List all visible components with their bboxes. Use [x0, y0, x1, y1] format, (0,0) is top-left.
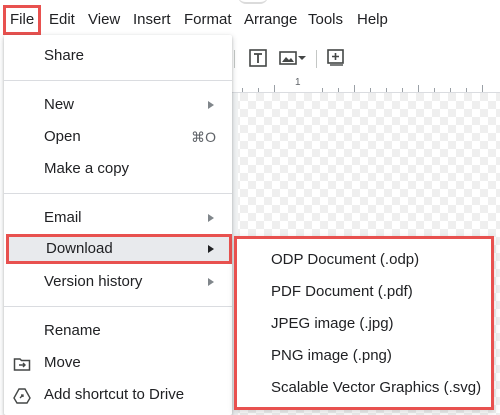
ruler-tick [370, 88, 371, 92]
menu-item-make-copy[interactable]: Make a copy [4, 154, 232, 184]
ruler: 1 [232, 77, 500, 93]
submenu-arrow-icon [208, 245, 214, 253]
menu-file[interactable]: File [3, 5, 42, 35]
menu-divider [4, 306, 232, 307]
menu-view[interactable]: View [84, 5, 124, 35]
ruler-tick [242, 88, 243, 92]
file-menu: Share New Open ⌘O Make a copy Email Down… [4, 35, 232, 415]
menu-item-open[interactable]: Open ⌘O [4, 122, 232, 152]
menu-item-download[interactable]: Download [6, 234, 232, 264]
menu-item-label: Make a copy [44, 160, 130, 177]
title-fragment [238, 0, 268, 4]
menu-item-share[interactable]: Share [4, 41, 232, 71]
ruler-tick [386, 88, 387, 92]
menu-divider [4, 80, 232, 81]
download-png[interactable]: PNG image (.png) [237, 341, 491, 371]
ruler-tick [482, 85, 483, 92]
submenu-arrow-icon [208, 214, 214, 222]
submenu-item-label: PDF Document (.pdf) [271, 283, 413, 300]
menu-item-label: Version history [44, 273, 143, 290]
menu-insert[interactable]: Insert [129, 5, 175, 35]
menu-item-email[interactable]: Email [4, 203, 232, 233]
menu-arrange[interactable]: Arrange [240, 5, 301, 35]
menu-item-label: Share [44, 47, 85, 64]
toolbar [232, 40, 500, 76]
menu-edit[interactable]: Edit [45, 5, 79, 35]
toolbar-separator [234, 50, 235, 68]
submenu-item-label: ODP Document (.odp) [271, 251, 420, 268]
ruler-number: 1 [295, 77, 301, 88]
submenu-item-label: PNG image (.png) [271, 347, 392, 364]
menu-help[interactable]: Help [353, 5, 392, 35]
ruler-tick [402, 88, 403, 92]
ruler-tick [258, 88, 259, 92]
submenu-item-label: Scalable Vector Graphics (.svg) [271, 379, 482, 396]
menu-item-label: Open [44, 128, 81, 145]
download-odp[interactable]: ODP Document (.odp) [237, 245, 491, 275]
image-icon[interactable] [278, 48, 298, 68]
ruler-tick [434, 88, 435, 92]
menu-item-label: Move [44, 354, 81, 371]
menu-item-new[interactable]: New [4, 90, 232, 120]
menu-bar: File Edit View Insert Format Arrange Too… [0, 0, 500, 40]
menu-item-label: Download [46, 240, 113, 257]
drive-shortcut-icon [13, 388, 31, 404]
menu-item-version-history[interactable]: Version history [4, 267, 232, 297]
menu-item-move[interactable]: Move [4, 348, 232, 378]
download-svg[interactable]: Scalable Vector Graphics (.svg) [237, 373, 491, 403]
ruler-tick [354, 85, 355, 92]
toolbar-separator [316, 50, 317, 68]
ruler-tick [466, 88, 467, 92]
ruler-tick [418, 85, 419, 92]
menu-item-label: New [44, 96, 75, 113]
ruler-tick [450, 88, 451, 92]
download-submenu: ODP Document (.odp) PDF Document (.pdf) … [234, 236, 494, 410]
ruler-tick [322, 88, 323, 92]
new-slide-icon[interactable] [326, 48, 346, 68]
menu-tools[interactable]: Tools [304, 5, 347, 35]
menu-item-label: Rename [44, 322, 101, 339]
folder-move-icon [13, 358, 31, 371]
chevron-down-icon[interactable] [296, 48, 308, 68]
submenu-arrow-icon [208, 101, 214, 109]
submenu-arrow-icon [208, 278, 214, 286]
submenu-item-label: JPEG image (.jpg) [271, 315, 394, 332]
menu-item-rename[interactable]: Rename [4, 316, 232, 346]
ruler-tick [338, 88, 339, 92]
menu-item-label: Email [44, 209, 82, 226]
download-jpeg[interactable]: JPEG image (.jpg) [237, 309, 491, 339]
menu-item-add-shortcut[interactable]: Add shortcut to Drive [4, 380, 232, 410]
ruler-tick [274, 85, 275, 92]
keyboard-shortcut: ⌘O [191, 129, 216, 145]
menu-format[interactable]: Format [180, 5, 236, 35]
menu-divider [4, 193, 232, 194]
menu-item-label: Add shortcut to Drive [44, 386, 185, 403]
download-pdf[interactable]: PDF Document (.pdf) [237, 277, 491, 307]
textbox-icon[interactable] [248, 48, 268, 68]
